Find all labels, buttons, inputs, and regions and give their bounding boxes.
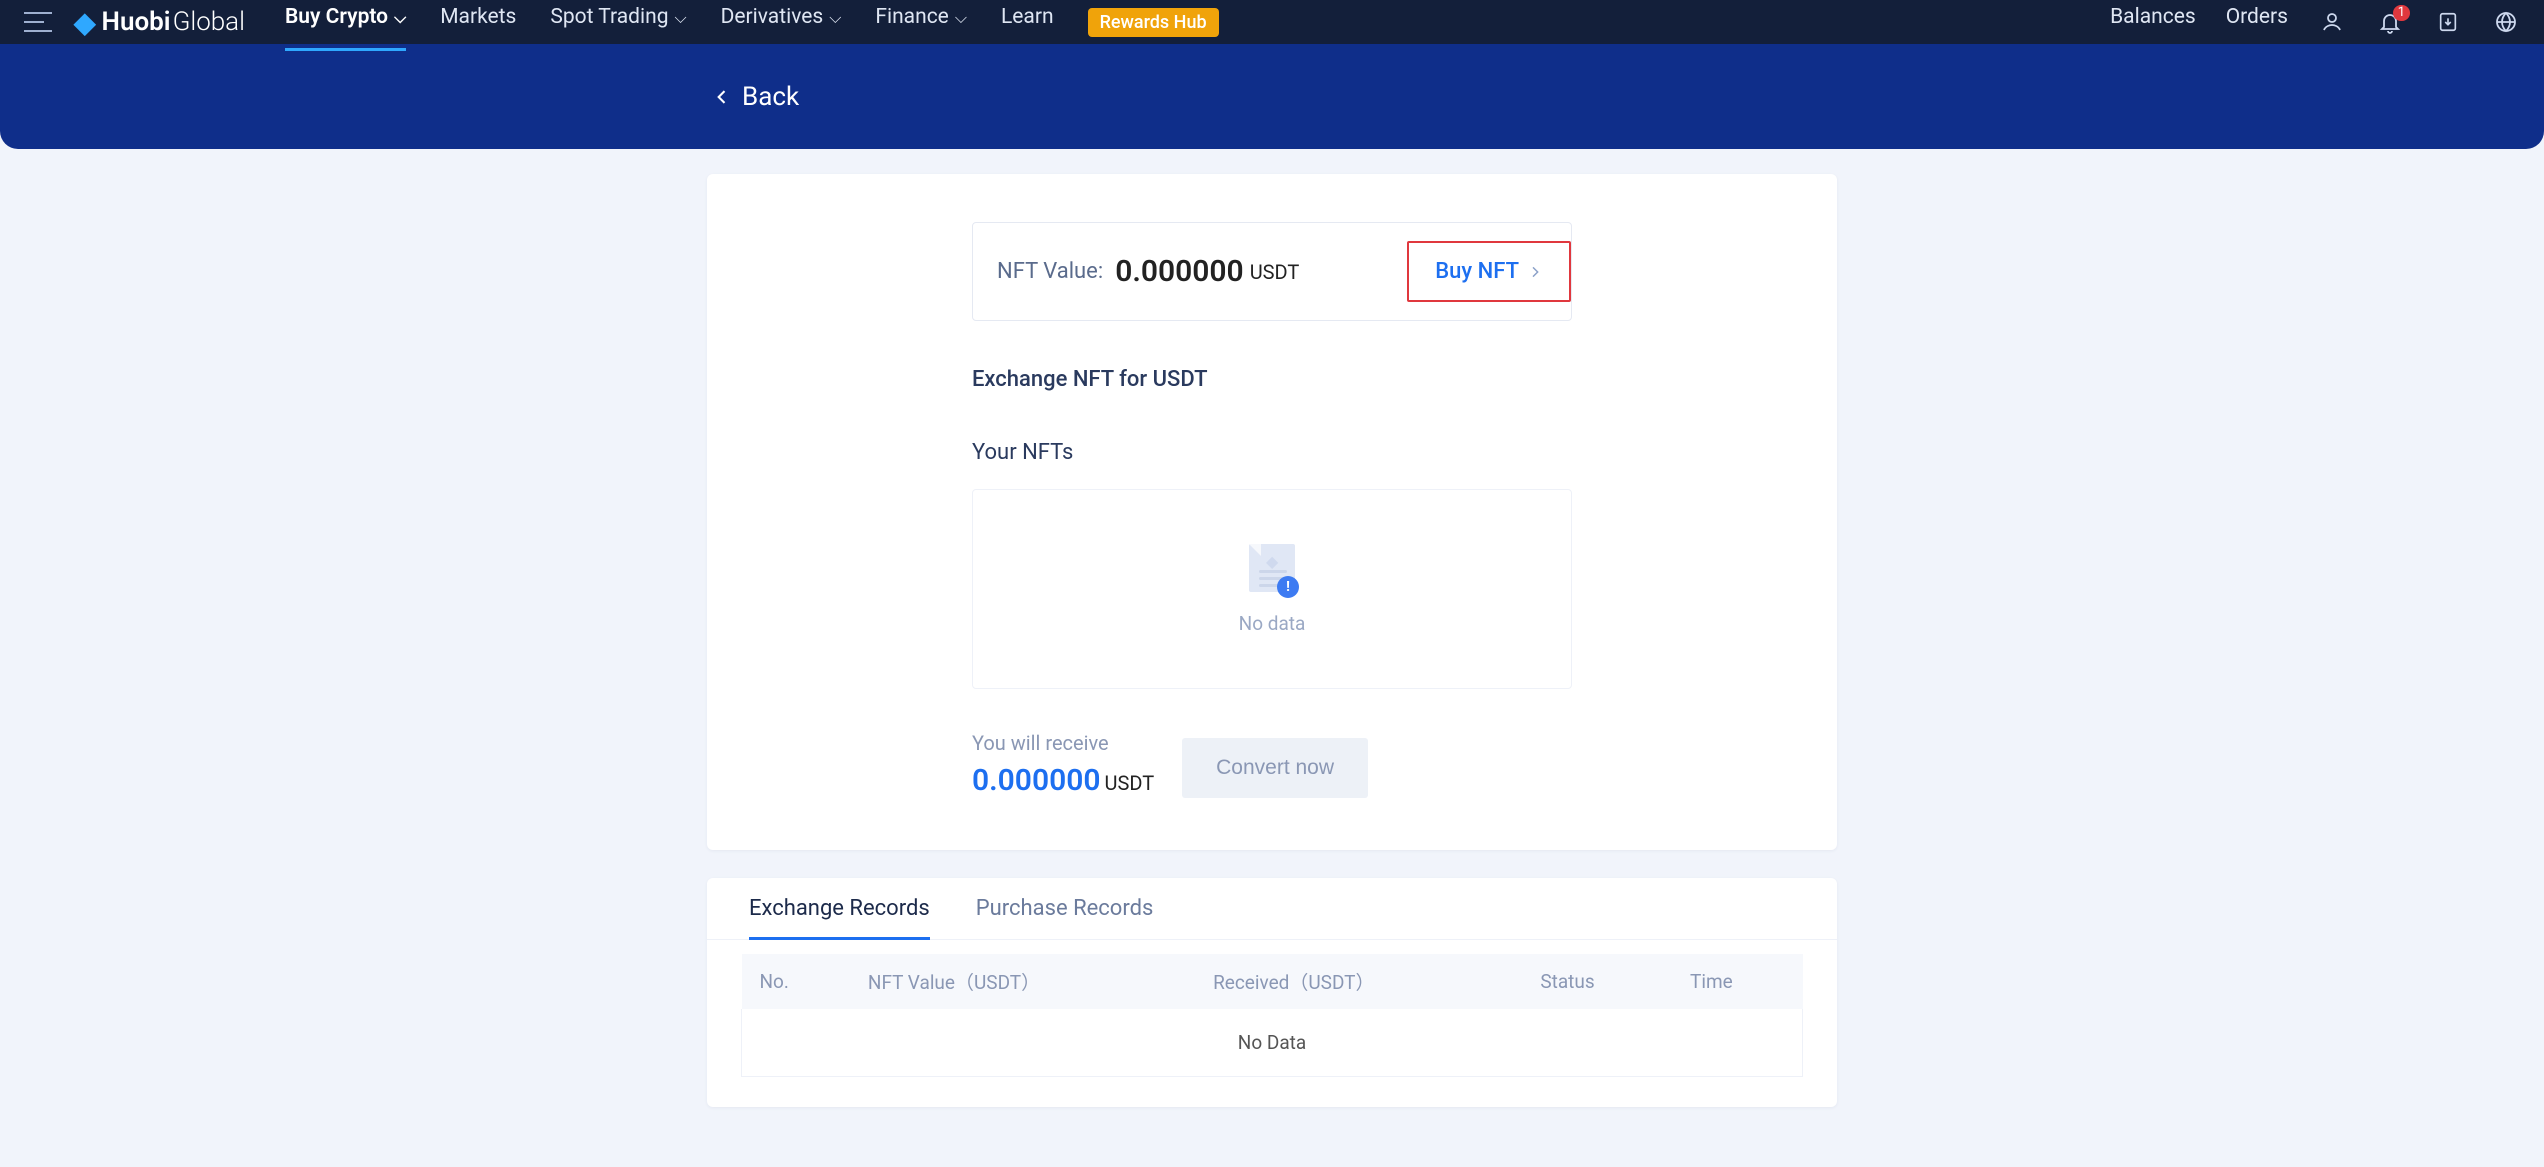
brand-name-1: Huobi	[102, 7, 171, 37]
chevron-left-icon	[712, 87, 732, 107]
tab-exchange-records[interactable]: Exchange Records	[749, 896, 930, 939]
nav-label: Markets	[440, 5, 516, 29]
empty-text: No data	[1239, 612, 1306, 635]
buy-nft-button[interactable]: Buy NFT	[1407, 241, 1571, 302]
logo[interactable]: ◆ HuobiGlobal	[74, 6, 245, 39]
bell-icon[interactable]: 1	[2376, 8, 2404, 36]
nft-value-label: NFT Value:	[997, 259, 1103, 284]
nav-derivatives[interactable]: Derivatives ⌵	[721, 5, 842, 39]
records-card: Exchange Records Purchase Records No. NF…	[707, 878, 1837, 1107]
download-app-icon[interactable]	[2434, 8, 2462, 36]
buy-nft-label: Buy NFT	[1435, 259, 1519, 284]
col-status: Status	[1522, 954, 1672, 1009]
your-nfts-heading: Your NFTs	[972, 440, 1572, 465]
chevron-down-icon: ⌵	[829, 8, 841, 27]
receive-label: You will receive	[972, 731, 1154, 755]
notification-badge: 1	[2393, 5, 2410, 21]
nav-finance[interactable]: Finance ⌵	[875, 5, 967, 39]
nav-label: Buy Crypto	[285, 5, 388, 29]
chevron-down-icon: ⌵	[394, 8, 406, 27]
nav-learn[interactable]: Learn	[1001, 5, 1054, 39]
nft-value-unit: USDT	[1250, 260, 1300, 284]
nav-items: Buy Crypto ⌵ Markets Spot Trading ⌵ Deriva…	[285, 5, 1219, 39]
right-nav: Balances Orders 1	[2110, 5, 2520, 39]
tab-purchase-records[interactable]: Purchase Records	[976, 896, 1154, 939]
nft-value-bar: NFT Value: 0.000000 USDT Buy NFT	[972, 222, 1572, 321]
exchange-heading: Exchange NFT for USDT	[972, 367, 1572, 392]
nav-balances[interactable]: Balances	[2110, 5, 2196, 39]
nav-markets[interactable]: Markets	[440, 5, 516, 39]
col-time: Time	[1672, 954, 1802, 1009]
your-nfts-empty: ◆ ! No data	[972, 489, 1572, 689]
records-table: No. NFT Value（USDT） Received（USDT） Statu…	[741, 954, 1803, 1077]
convert-button[interactable]: Convert now	[1182, 738, 1368, 798]
empty-illustration: ◆ !	[1241, 544, 1303, 600]
records-table-wrap: No. NFT Value（USDT） Received（USDT） Statu…	[707, 940, 1837, 1107]
col-received: Received（USDT）	[1195, 954, 1522, 1009]
back-button[interactable]: Back	[712, 82, 799, 112]
table-empty: No Data	[742, 1009, 1803, 1077]
chevron-right-icon	[1527, 264, 1543, 280]
nav-label: Finance	[875, 5, 948, 29]
receive-row: You will receive 0.000000USDT Convert no…	[972, 731, 1572, 798]
page: NFT Value: 0.000000 USDT Buy NFT Exchang…	[0, 149, 2544, 1167]
chevron-down-icon: ⌵	[675, 8, 687, 27]
rewards-hub-button[interactable]: Rewards Hub	[1088, 8, 1219, 37]
nav-label: Learn	[1001, 5, 1054, 29]
receive-amount-number: 0.000000	[972, 763, 1101, 798]
records-tabs: Exchange Records Purchase Records	[707, 878, 1837, 940]
hero-band: Back	[0, 44, 2544, 149]
nav-label: Derivatives	[721, 5, 824, 29]
nav-orders[interactable]: Orders	[2226, 5, 2288, 39]
back-label: Back	[742, 82, 799, 112]
flame-icon: ◆	[74, 6, 96, 39]
brand-name-2: Global	[173, 7, 245, 37]
col-nft-value: NFT Value（USDT）	[850, 954, 1195, 1009]
profile-icon[interactable]	[2318, 8, 2346, 36]
receive-amount: 0.000000USDT	[972, 763, 1154, 798]
chevron-down-icon: ⌵	[955, 8, 967, 27]
nft-value-amount: 0.000000	[1115, 254, 1244, 289]
col-no: No.	[742, 954, 850, 1009]
exchange-card: NFT Value: 0.000000 USDT Buy NFT Exchang…	[707, 174, 1837, 850]
menu-icon[interactable]	[24, 12, 52, 32]
info-icon: !	[1277, 576, 1299, 598]
top-nav: ◆ HuobiGlobal Buy Crypto ⌵ Markets Spot T…	[0, 0, 2544, 44]
receive-amount-unit: USDT	[1105, 771, 1155, 795]
nav-buy-crypto[interactable]: Buy Crypto ⌵	[285, 5, 406, 39]
nav-spot-trading[interactable]: Spot Trading ⌵	[550, 5, 686, 39]
globe-icon[interactable]	[2492, 8, 2520, 36]
nav-label: Spot Trading	[550, 5, 668, 29]
